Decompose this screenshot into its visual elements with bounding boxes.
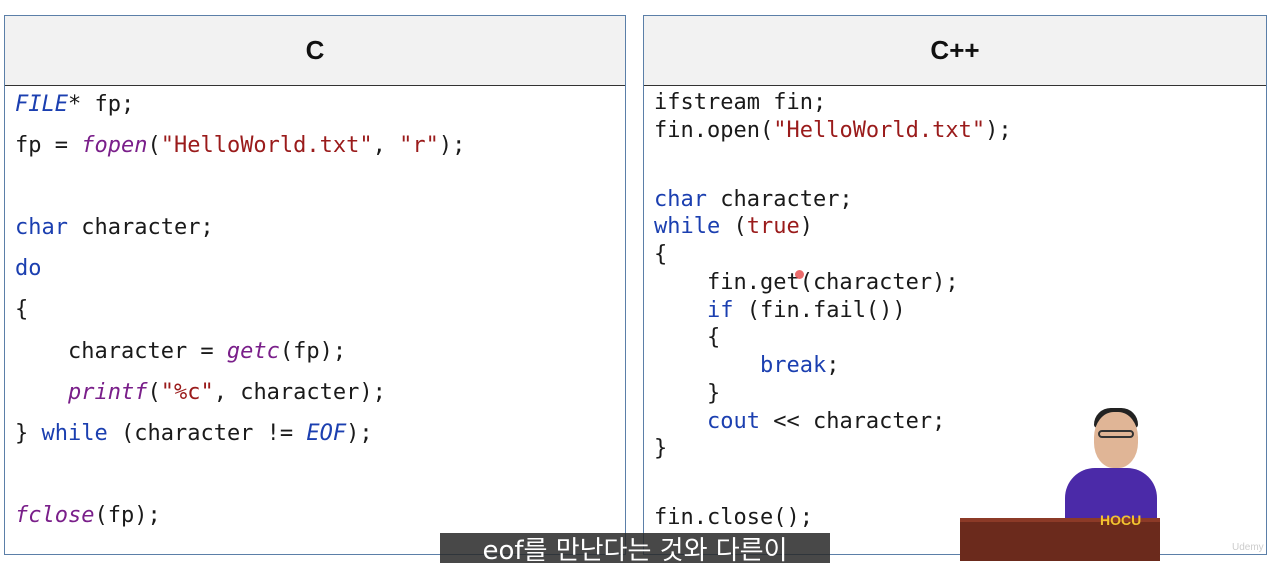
code-token: fclose <box>15 503 95 528</box>
code-token: ); <box>346 421 373 446</box>
code-token: fp = <box>15 133 82 158</box>
cpp-panel-title: C++ <box>644 16 1266 86</box>
code-token: EOF <box>306 421 347 446</box>
code-token: while <box>41 421 108 446</box>
laser-pointer-dot <box>795 270 804 279</box>
c-code-panel: C FILE* fp; fp = fopen("HelloWorld.txt",… <box>4 15 626 555</box>
code-token: getc <box>226 339 280 364</box>
code-token: << character; <box>759 409 946 434</box>
code-token: * fp; <box>67 92 135 117</box>
code-token: fin.close(); <box>654 505 813 530</box>
presenter-video: HOCU <box>960 400 1180 561</box>
code-line: fclose(fp); <box>15 502 161 530</box>
code-line: } while (character != EOF); <box>15 420 373 448</box>
code-line: } <box>654 380 720 408</box>
code-line: cout << character; <box>654 408 945 436</box>
code-line: do <box>15 255 42 283</box>
code-token: FILE <box>15 92 68 117</box>
code-token: while <box>654 214 721 239</box>
code-token: (fin.fail()) <box>733 298 906 323</box>
code-token: fin.get(character); <box>654 270 959 295</box>
code-token: char <box>15 215 68 240</box>
code-token: character; <box>67 215 214 240</box>
code-token: fin.open( <box>654 118 774 143</box>
code-token: } <box>15 421 42 446</box>
code-token: ; <box>826 353 840 378</box>
code-token: ( <box>147 133 161 158</box>
code-token: } <box>654 381 721 406</box>
code-token: , <box>372 133 400 158</box>
code-line: printf("%c", character); <box>15 379 386 407</box>
code-line: if (fin.fail()) <box>654 297 906 325</box>
code-token: ( <box>147 380 161 405</box>
udemy-watermark: Udemy <box>1232 542 1264 553</box>
code-token: break <box>759 353 827 378</box>
code-token: "r" <box>399 133 439 158</box>
code-line: character = getc(fp); <box>15 338 346 366</box>
code-token: , character); <box>213 380 386 405</box>
code-line: fp = fopen("HelloWorld.txt", "r"); <box>15 132 465 160</box>
shirt-logo: HOCU <box>1100 512 1142 528</box>
code-token: "HelloWorld.txt" <box>160 133 373 158</box>
code-token: ) <box>799 214 813 239</box>
code-token: { <box>654 325 721 350</box>
code-line: break; <box>654 352 839 380</box>
code-token: } <box>654 436 668 461</box>
presenter-head <box>1094 412 1138 468</box>
code-token: (fp); <box>94 503 161 528</box>
code-line: fin.get(character); <box>654 269 959 297</box>
code-token: "%c" <box>160 380 214 405</box>
code-line: char character; <box>654 186 853 214</box>
code-token: { <box>654 242 668 267</box>
code-token: character; <box>706 187 853 212</box>
code-line: FILE* fp; <box>15 91 134 119</box>
code-line: fin.close(); <box>654 504 813 532</box>
code-line: char character; <box>15 214 214 242</box>
code-token: (fp); <box>279 339 347 364</box>
code-token: cout <box>706 409 760 434</box>
code-token: ifstream fin; <box>654 90 827 115</box>
code-line: { <box>654 241 667 269</box>
code-token: fopen <box>81 133 148 158</box>
code-line: while (true) <box>654 213 813 241</box>
code-token: true <box>746 214 800 239</box>
code-token: character = <box>15 339 227 364</box>
code-line: { <box>15 296 28 324</box>
code-token: { <box>15 297 29 322</box>
code-token: ); <box>438 133 466 158</box>
c-code-block: FILE* fp; fp = fopen("HelloWorld.txt", "… <box>15 86 625 554</box>
code-token: ); <box>985 118 1012 143</box>
code-line: } <box>654 435 667 463</box>
code-line: fin.open("HelloWorld.txt"); <box>654 117 1012 145</box>
code-line: ifstream fin; <box>654 89 826 117</box>
code-token: "HelloWorld.txt" <box>773 118 986 143</box>
code-token: printf <box>67 380 148 405</box>
presenter-glasses <box>1098 430 1134 438</box>
code-line: { <box>654 324 720 352</box>
subtitle-caption: eof를 만난다는 것와 다른이 <box>440 533 830 563</box>
code-token: char <box>654 187 707 212</box>
code-token: (character != <box>107 421 307 446</box>
code-token: do <box>15 256 42 281</box>
code-token: ( <box>720 214 747 239</box>
code-token: if <box>706 298 734 323</box>
c-panel-title: C <box>5 16 625 86</box>
